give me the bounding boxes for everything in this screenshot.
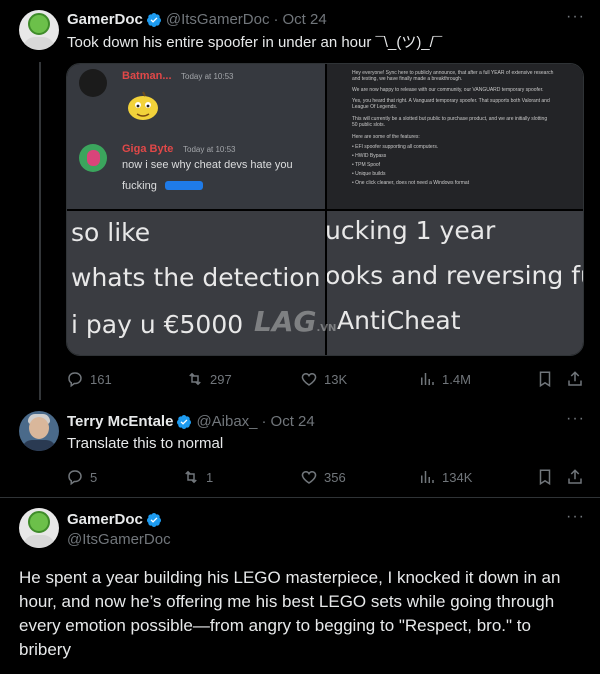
doc-line: Here are some of the features: (352, 134, 420, 140)
view-count: 134K (442, 469, 473, 485)
zoom-line: i pay u €5000 (71, 310, 244, 339)
retweet-count: 297 (210, 371, 232, 387)
author-handle[interactable]: @Aibax_ (196, 413, 257, 430)
gigabyte-avatar (79, 144, 107, 172)
announcement-screenshot[interactable]: Hey everyone! Sync here to publicly anno… (327, 64, 583, 209)
retweet-count: 1 (206, 469, 214, 485)
divider (0, 497, 600, 498)
doc-line: • TPM Spoof (352, 162, 381, 168)
like-button[interactable]: 13K (300, 370, 347, 388)
tweet2-actions: 5 1 356 134K (0, 467, 600, 487)
dot-separator: · (261, 413, 267, 430)
zoom-line: so like (71, 218, 151, 247)
avatar-gamerdoc[interactable] (19, 10, 59, 50)
doc-line: League Of Legends. (352, 104, 398, 110)
author-handle[interactable]: @ItsGamerDoc (67, 531, 171, 548)
tweet1-header: GamerDoc @ItsGamerDoc · Oct 24 (67, 11, 327, 28)
zoom-line: AntiCheat (337, 306, 461, 335)
batman-avatar (79, 69, 107, 97)
doc-line: • Unique builds (352, 171, 386, 177)
retweet-button[interactable]: 297 (186, 370, 232, 388)
retweet-icon (185, 470, 197, 484)
discord-user-2: Giga Byte (122, 143, 174, 155)
share-icon (568, 469, 582, 484)
author-name[interactable]: GamerDoc (67, 511, 143, 528)
heart-icon (301, 372, 317, 386)
zoom-line: whats the detection (71, 263, 321, 292)
zoom-line: ucking 1 year (327, 216, 496, 245)
discord-screenshot[interactable]: Batman... Today at 10:53 Giga Byte Today… (67, 64, 325, 209)
share-button[interactable] (566, 370, 584, 388)
doc-line: We are now happy to release with our com… (352, 87, 544, 93)
discord-message-line1: now i see why cheat devs hate you (122, 159, 293, 171)
watermark-text: LAG (254, 305, 317, 338)
author-handle[interactable]: @ItsGamerDoc (166, 11, 270, 28)
avatar-gamerdoc[interactable] (19, 508, 59, 548)
discord-message-line2: fucking (122, 180, 157, 192)
censor-scribble (165, 181, 203, 190)
tweet1-actions: 161 297 13K 1.4M (0, 369, 600, 389)
doc-line: 50 public slots. (352, 122, 386, 128)
view-count: 1.4M (442, 371, 471, 387)
dot-separator: · (273, 11, 279, 28)
tweet3-text: He spent a year building his LEGO master… (19, 568, 561, 659)
bookmark-button[interactable] (536, 370, 554, 388)
like-count: 13K (324, 371, 348, 387)
views-chart-icon (421, 373, 434, 385)
verified-badge-icon (146, 12, 161, 27)
share-icon (568, 371, 582, 386)
reply-count: 161 (90, 371, 112, 387)
more-options-icon[interactable]: ··· (566, 508, 585, 526)
doc-line: • One click cleaner, does not need a Win… (352, 180, 470, 186)
tweet2-text: Translate this to normal (67, 435, 224, 452)
reply-icon (68, 372, 82, 388)
reply-count: 5 (90, 469, 98, 485)
reply-button[interactable]: 161 (66, 370, 112, 388)
retweet-button[interactable]: 1 (182, 468, 213, 486)
zoom-line: ooks and reversing fuc (327, 261, 584, 290)
bookmark-button[interactable] (536, 468, 554, 486)
more-options-icon[interactable]: ··· (566, 410, 585, 428)
chat-zoom-right[interactable]: ucking 1 year ooks and reversing fuc Ant… (327, 211, 584, 355)
heart-icon (301, 470, 317, 484)
views-chart-icon (421, 471, 434, 483)
bookmark-icon (539, 469, 551, 486)
tweet3-header: GamerDoc (67, 511, 166, 528)
verified-badge-icon (146, 512, 161, 527)
reply-icon (68, 470, 82, 486)
views-button[interactable]: 134K (418, 468, 472, 486)
bookmark-icon (539, 371, 551, 388)
share-button[interactable] (566, 468, 584, 486)
banana-emoji-icon (128, 91, 158, 120)
tweet3-handle-row: @ItsGamerDoc (67, 531, 171, 548)
author-name[interactable]: Terry McEntale (67, 413, 173, 430)
author-name[interactable]: GamerDoc (67, 11, 143, 28)
discord-user-1: Batman... (122, 70, 172, 82)
thread-connector (39, 62, 41, 400)
reply-button[interactable]: 5 (66, 468, 97, 486)
tweet-date[interactable]: Oct 24 (282, 11, 326, 28)
tweet-date[interactable]: Oct 24 (271, 413, 315, 430)
more-options-icon[interactable]: ··· (566, 8, 585, 26)
discord-time-2: Today at 10:53 (183, 145, 236, 154)
doc-line: • EFI spoofer supporting all computers. (352, 144, 439, 150)
lag-watermark-logo: LAG.VN (254, 305, 336, 338)
tweet1-text: Took down his entire spoofer in under an… (67, 34, 443, 51)
like-count: 356 (324, 469, 346, 485)
discord-time-1: Today at 10:53 (181, 72, 234, 81)
doc-line: and testing, we have finally made a brea… (352, 76, 463, 82)
like-button[interactable]: 356 (300, 468, 346, 486)
retweet-icon (189, 372, 201, 386)
tweet2-header: Terry McEntale @Aibax_ · Oct 24 (67, 413, 315, 430)
verified-badge-icon (177, 414, 192, 429)
views-button[interactable]: 1.4M (418, 370, 471, 388)
doc-line: • HWID Bypass (352, 153, 387, 159)
watermark-suffix: .VN (316, 323, 337, 334)
avatar-terry[interactable] (19, 411, 59, 451)
